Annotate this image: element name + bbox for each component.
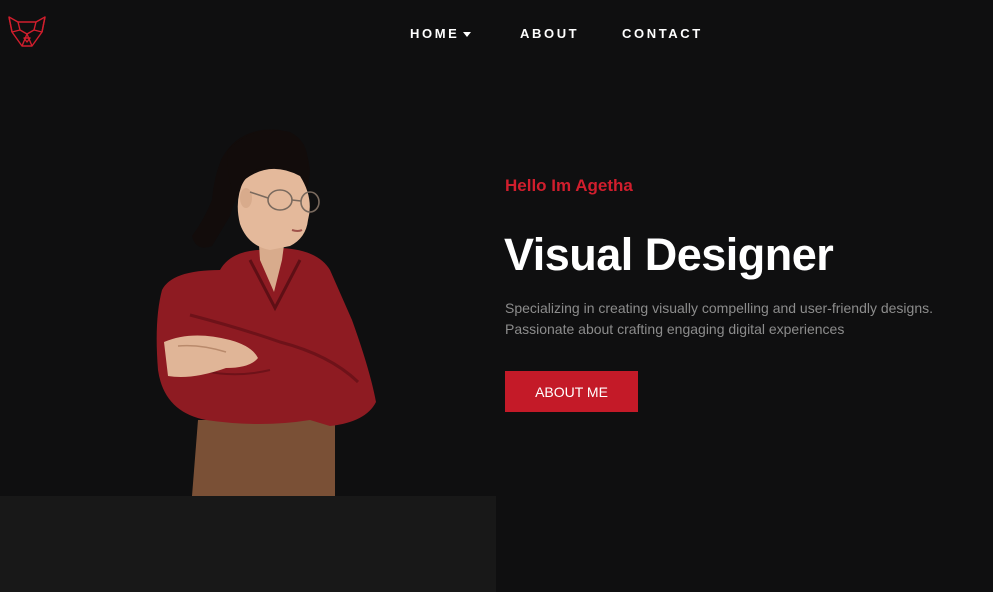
caret-down-icon[interactable] [463,31,472,37]
main-nav: HOME ABOUT CONTACT [0,25,993,43]
page: HOME ABOUT CONTACT Hello Im Agetha Visua… [0,0,993,592]
hero-greeting: Hello Im Agetha [505,176,633,195]
hero-description-line: Specializing in creating visually compel… [505,300,933,316]
about-me-button[interactable]: ABOUT ME [505,371,638,412]
nav-home[interactable]: HOME [410,25,472,43]
hero-portrait [130,120,400,496]
nav-about-label: ABOUT [520,26,580,41]
nav-contact-label: CONTACT [622,26,703,41]
hero-description: Specializing in creating visually compel… [505,298,975,340]
nav-contact[interactable]: CONTACT [622,25,703,43]
hero-description-line: Passionate about crafting engaging digit… [505,321,845,337]
nav-about[interactable]: ABOUT [520,25,579,43]
hero-title: Visual Designer [504,229,834,280]
nav-home-label: HOME [410,26,460,41]
bottom-panel [0,496,496,592]
